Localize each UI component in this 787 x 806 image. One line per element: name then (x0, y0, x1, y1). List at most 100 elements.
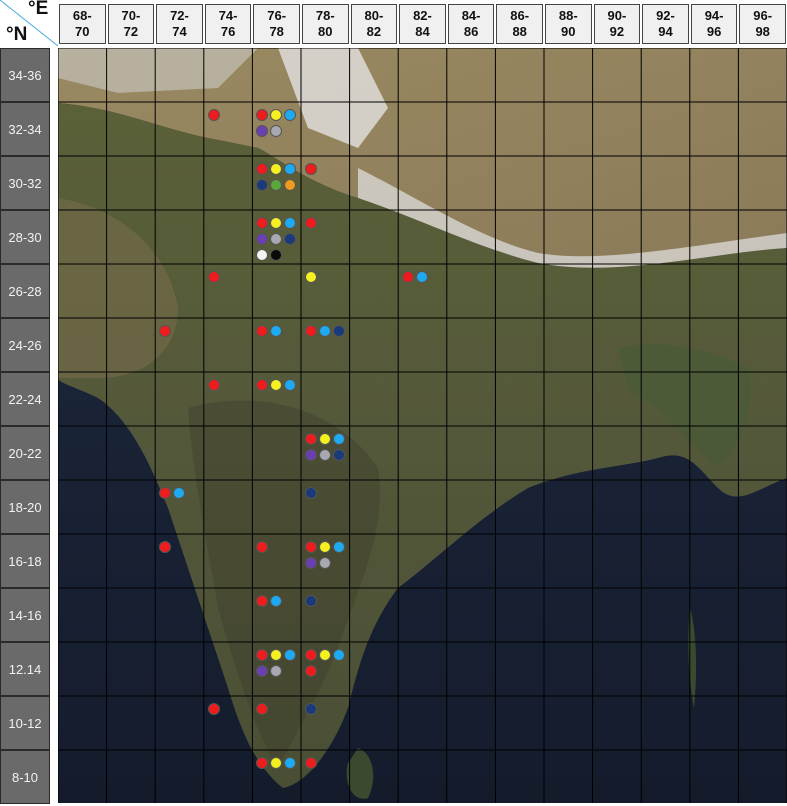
location-marker-navy (256, 179, 269, 191)
location-marker-red (256, 109, 269, 121)
location-marker-red (159, 325, 172, 337)
location-marker-navy (305, 487, 317, 499)
location-marker-gray (270, 125, 283, 137)
longitude-unit-label: °E (28, 0, 49, 19)
location-marker-gray (319, 449, 331, 461)
longitude-band-label: 96- 98 (739, 4, 786, 44)
latitude-unit-label: °N (6, 24, 28, 45)
location-marker-red (305, 757, 317, 769)
location-marker-navy (305, 595, 317, 607)
location-marker-red (207, 109, 220, 121)
location-marker-cyan (284, 757, 297, 769)
location-marker-yellow (270, 163, 283, 175)
location-marker-red (256, 595, 269, 607)
location-marker-red (402, 271, 415, 283)
location-marker-red (207, 703, 220, 715)
latitude-band-label: 20-22 (0, 426, 50, 480)
location-marker-yellow (319, 649, 331, 661)
location-marker-yellow (305, 271, 317, 283)
location-marker-purple (305, 557, 317, 569)
location-marker-yellow (270, 649, 283, 661)
location-marker-yellow (319, 433, 331, 445)
location-marker-cyan (284, 217, 297, 229)
location-marker-gray (319, 557, 331, 569)
location-marker-yellow (270, 379, 283, 391)
location-marker-cyan (270, 325, 283, 337)
location-marker-black (270, 249, 283, 261)
latitude-band-label: 22-24 (0, 372, 50, 426)
location-marker-red (305, 665, 317, 677)
location-marker-gray (270, 665, 283, 677)
location-marker-purple (256, 665, 269, 677)
latitude-band-label: 14-16 (0, 588, 50, 642)
location-marker-cyan (270, 595, 283, 607)
location-marker-red (256, 649, 269, 661)
longitude-band-label: 74- 76 (204, 4, 252, 44)
latitude-band-label: 26-28 (0, 264, 50, 318)
longitude-band-label: 88- 90 (545, 4, 592, 44)
location-marker-cyan (284, 379, 297, 391)
longitude-band-label: 76- 78 (253, 4, 300, 44)
location-marker-yellow (270, 757, 283, 769)
location-marker-red (305, 649, 317, 661)
location-marker-gray (270, 233, 283, 245)
latitude-band-label: 16-18 (0, 534, 50, 588)
location-marker-cyan (333, 649, 345, 661)
latitude-band-label: 18-20 (0, 480, 50, 534)
location-marker-red (305, 433, 317, 445)
latitude-band-label: 34-36 (0, 48, 50, 102)
location-marker-yellow (270, 217, 283, 229)
latitude-band-label: 24-26 (0, 318, 50, 372)
longitude-band-label: 90- 92 (593, 4, 641, 44)
location-marker-purple (256, 125, 269, 137)
location-marker-cyan (284, 649, 297, 661)
location-marker-purple (256, 233, 269, 245)
satellite-map (58, 48, 787, 803)
location-marker-cyan (416, 271, 429, 283)
location-marker-red (305, 163, 317, 175)
location-marker-red (256, 541, 269, 553)
location-marker-yellow (270, 109, 283, 121)
longitude-band-label: 80- 82 (350, 4, 398, 44)
location-marker-cyan (319, 325, 331, 337)
location-marker-navy (333, 449, 345, 461)
longitude-band-label: 84- 86 (447, 4, 495, 44)
location-marker-green (270, 179, 283, 191)
location-marker-navy (305, 703, 317, 715)
longitude-band-label: 94- 96 (690, 4, 738, 44)
location-marker-red (305, 325, 317, 337)
location-marker-red (305, 217, 317, 229)
location-marker-cyan (333, 541, 345, 553)
location-marker-yellow (319, 541, 331, 553)
location-marker-navy (284, 233, 297, 245)
location-marker-red (256, 703, 269, 715)
location-marker-red (256, 757, 269, 769)
location-marker-red (256, 217, 269, 229)
latitude-band-label: 12.14 (0, 642, 50, 696)
latitude-band-label: 28-30 (0, 210, 50, 264)
longitude-band-label: 70- 72 (107, 4, 155, 44)
location-marker-red (256, 325, 269, 337)
location-marker-cyan (333, 433, 345, 445)
longitude-band-label: 68- 70 (59, 4, 106, 44)
axis-corner: °E °N (0, 0, 58, 46)
longitude-band-label: 92- 94 (642, 4, 689, 44)
location-marker-white (256, 249, 269, 261)
longitude-band-label: 72- 74 (156, 4, 203, 44)
location-marker-orange (284, 179, 297, 191)
location-marker-red (256, 379, 269, 391)
marker-layer (58, 48, 787, 803)
location-marker-navy (333, 325, 345, 337)
latitude-band-label: 10-12 (0, 696, 50, 750)
location-marker-red (256, 163, 269, 175)
longitude-band-label: 82- 84 (399, 4, 446, 44)
longitude-band-label: 86- 88 (496, 4, 543, 44)
longitude-band-label: 78- 80 (302, 4, 349, 44)
location-marker-red (305, 541, 317, 553)
location-marker-cyan (173, 487, 186, 499)
location-marker-cyan (284, 109, 297, 121)
location-marker-red (207, 271, 220, 283)
latitude-band-label: 32-34 (0, 102, 50, 156)
location-marker-red (159, 541, 172, 553)
location-marker-purple (305, 449, 317, 461)
